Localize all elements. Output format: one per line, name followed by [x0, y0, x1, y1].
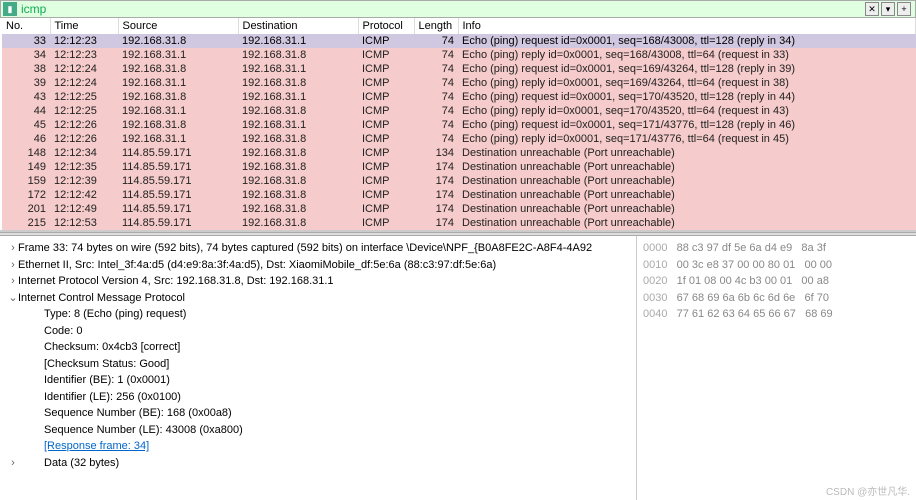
display-filter-bar: ▮ ✕ ▾ +: [0, 0, 916, 18]
tree-node[interactable]: Type: 8 (Echo (ping) request): [8, 306, 628, 323]
hex-line[interactable]: 0040 77 61 62 63 64 65 66 67 68 69: [643, 306, 910, 323]
packet-row[interactable]: 3812:12:24192.168.31.8192.168.31.1ICMP74…: [2, 62, 916, 76]
hex-offset: 0000: [643, 242, 677, 254]
filter-controls: ✕ ▾ +: [863, 2, 913, 16]
hex-bytes: 67 68 69 6a 6b 6c 6d 6e 6f 70: [677, 292, 829, 304]
packet-list-pane: No.TimeSourceDestinationProtocolLengthIn…: [0, 18, 916, 232]
tree-node[interactable]: ›Frame 33: 74 bytes on wire (592 bits), …: [8, 240, 628, 257]
display-filter-input[interactable]: [21, 2, 863, 16]
tree-label: Identifier (BE): 1 (0x0001): [44, 374, 170, 386]
tree-node[interactable]: Sequence Number (LE): 43008 (0xa800): [8, 422, 628, 439]
packet-row[interactable]: 21512:12:53114.85.59.171192.168.31.8ICMP…: [2, 216, 916, 230]
tree-node[interactable]: ›Internet Protocol Version 4, Src: 192.1…: [8, 273, 628, 290]
tree-node[interactable]: Code: 0: [8, 323, 628, 340]
packet-row[interactable]: 3312:12:23192.168.31.8192.168.31.1ICMP74…: [2, 34, 916, 48]
tree-label: Ethernet II, Src: Intel_3f:4a:d5 (d4:e9:…: [18, 259, 496, 271]
tree-label: Data (32 bytes): [44, 457, 119, 469]
bookmark-icon[interactable]: ▮: [3, 2, 17, 16]
tree-label: Internet Protocol Version 4, Src: 192.16…: [18, 275, 334, 287]
expand-toggle-icon[interactable]: ›: [8, 240, 18, 257]
packet-row[interactable]: 4412:12:25192.168.31.1192.168.31.8ICMP74…: [2, 104, 916, 118]
expand-toggle-icon[interactable]: ›: [8, 273, 18, 290]
tree-node[interactable]: [Checksum Status: Good]: [8, 356, 628, 373]
tree-label: Frame 33: 74 bytes on wire (592 bits), 7…: [18, 242, 592, 254]
packet-bytes-pane: 0000 88 c3 97 df 5e 6a d4 e9 8a 3f0010 0…: [636, 236, 916, 500]
watermark-text: CSDN @亦世凡华.: [826, 483, 910, 498]
packet-table: No.TimeSourceDestinationProtocolLengthIn…: [0, 18, 916, 230]
packet-row[interactable]: 14912:12:35114.85.59.171192.168.31.8ICMP…: [2, 160, 916, 174]
column-header[interactable]: Time: [50, 18, 118, 34]
tree-node[interactable]: › Data (32 bytes): [8, 455, 628, 472]
packet-row[interactable]: 3412:12:23192.168.31.1192.168.31.8ICMP74…: [2, 48, 916, 62]
expand-toggle-icon[interactable]: ›: [8, 257, 18, 274]
hex-bytes: 77 61 62 63 64 65 66 67 68 69: [677, 308, 833, 320]
column-header[interactable]: Length: [414, 18, 458, 34]
tree-label: Sequence Number (BE): 168 (0x00a8): [44, 407, 232, 419]
packet-row[interactable]: 4312:12:25192.168.31.8192.168.31.1ICMP74…: [2, 90, 916, 104]
tree-label: Identifier (LE): 256 (0x0100): [44, 391, 181, 403]
hex-line[interactable]: 0030 67 68 69 6a 6b 6c 6d 6e 6f 70: [643, 290, 910, 307]
expand-toggle-icon[interactable]: ›: [8, 455, 18, 472]
hex-bytes: 00 3c e8 37 00 00 80 01 00 00: [677, 259, 832, 271]
filter-dropdown-button[interactable]: ▾: [881, 2, 895, 16]
tree-node[interactable]: Identifier (LE): 256 (0x0100): [8, 389, 628, 406]
tree-node[interactable]: ⌄Internet Control Message Protocol: [8, 290, 628, 307]
packet-row[interactable]: 4612:12:26192.168.31.1192.168.31.8ICMP74…: [2, 132, 916, 146]
hex-line[interactable]: 0000 88 c3 97 df 5e 6a d4 e9 8a 3f: [643, 240, 910, 257]
column-header[interactable]: Info: [458, 18, 916, 34]
packet-row[interactable]: 17212:12:42114.85.59.171192.168.31.8ICMP…: [2, 188, 916, 202]
hex-bytes: 1f 01 08 00 4c b3 00 01 00 a8: [677, 275, 829, 287]
column-header[interactable]: Source: [118, 18, 238, 34]
tree-label: Type: 8 (Echo (ping) request): [44, 308, 186, 320]
tree-node[interactable]: Checksum: 0x4cb3 [correct]: [8, 339, 628, 356]
tree-node[interactable]: [Response frame: 34]: [8, 438, 628, 455]
column-header[interactable]: Destination: [238, 18, 358, 34]
packet-table-header: No.TimeSourceDestinationProtocolLengthIn…: [2, 18, 916, 34]
hex-offset: 0040: [643, 308, 677, 320]
expand-toggle-icon[interactable]: ⌄: [8, 290, 18, 307]
tree-node[interactable]: Sequence Number (BE): 168 (0x00a8): [8, 405, 628, 422]
hex-line[interactable]: 0020 1f 01 08 00 4c b3 00 01 00 a8: [643, 273, 910, 290]
packet-row[interactable]: 14812:12:34114.85.59.171192.168.31.8ICMP…: [2, 146, 916, 160]
hex-offset: 0020: [643, 275, 677, 287]
packet-row[interactable]: 4512:12:26192.168.31.8192.168.31.1ICMP74…: [2, 118, 916, 132]
packet-row[interactable]: 15912:12:39114.85.59.171192.168.31.8ICMP…: [2, 174, 916, 188]
bottom-panes: ›Frame 33: 74 bytes on wire (592 bits), …: [0, 236, 916, 500]
filter-add-button[interactable]: +: [897, 2, 911, 16]
hex-offset: 0030: [643, 292, 677, 304]
packet-row[interactable]: 20112:12:49114.85.59.171192.168.31.8ICMP…: [2, 202, 916, 216]
column-header[interactable]: No.: [2, 18, 50, 34]
tree-label: [Response frame: 34]: [44, 440, 149, 452]
hex-bytes: 88 c3 97 df 5e 6a d4 e9 8a 3f: [677, 242, 826, 254]
hex-offset: 0010: [643, 259, 677, 271]
packet-details-tree: ›Frame 33: 74 bytes on wire (592 bits), …: [0, 236, 636, 500]
hex-line[interactable]: 0010 00 3c e8 37 00 00 80 01 00 00: [643, 257, 910, 274]
tree-node[interactable]: Identifier (BE): 1 (0x0001): [8, 372, 628, 389]
tree-node[interactable]: ›Ethernet II, Src: Intel_3f:4a:d5 (d4:e9…: [8, 257, 628, 274]
tree-label: Internet Control Message Protocol: [18, 292, 185, 304]
tree-label: Code: 0: [44, 325, 83, 337]
packet-row[interactable]: 3912:12:24192.168.31.1192.168.31.8ICMP74…: [2, 76, 916, 90]
tree-label: Checksum: 0x4cb3 [correct]: [44, 341, 180, 353]
tree-label: [Checksum Status: Good]: [44, 358, 169, 370]
filter-clear-button[interactable]: ✕: [865, 2, 879, 16]
tree-label: Sequence Number (LE): 43008 (0xa800): [44, 424, 243, 436]
column-header[interactable]: Protocol: [358, 18, 414, 34]
